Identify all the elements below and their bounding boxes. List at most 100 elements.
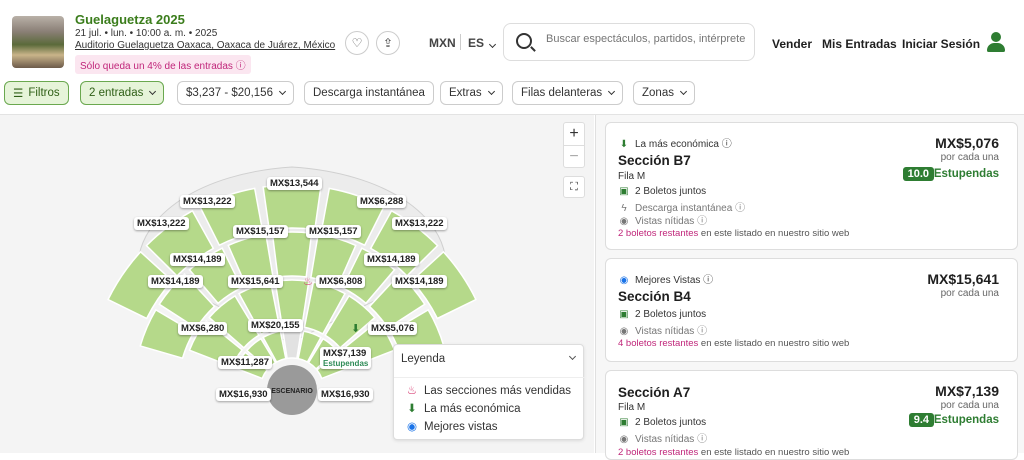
legend-label: Mejores vistas (424, 421, 498, 433)
price-per-unit: por cada una (940, 152, 999, 163)
section-price-label[interactable]: MX$11,287 (218, 356, 273, 369)
listing-row: Fila M (618, 402, 646, 413)
price-text: MX$16,930 (321, 389, 370, 400)
section-price-label[interactable]: MX$6,280 (178, 322, 228, 335)
price-text: MX$7,139 (323, 348, 367, 359)
feature-label: 2 Boletos juntos (635, 186, 707, 197)
section-price-label[interactable]: MX$13,544 (267, 177, 322, 190)
section-price-label[interactable]: MX$7,139 Estupendas (320, 347, 372, 369)
section-price-label[interactable]: MX$16,930 (318, 388, 373, 401)
price-text: MX$13,222 (183, 196, 232, 207)
login-link[interactable]: Iniciar Sesión (902, 37, 980, 51)
sliders-icon: ☰ (13, 88, 24, 100)
filter-bar: ☰ Filtros 2 entradas $3,237 - $20,156 Des… (0, 76, 1024, 114)
section-price-label[interactable]: MX$6,808 (316, 275, 366, 288)
listing-card[interactable]: Sección A7 Fila M MX$7,139 por cada una … (605, 370, 1018, 460)
section-price-label[interactable]: MX$14,189 (148, 275, 203, 288)
section-price-label[interactable]: MX$13,222 (392, 217, 447, 230)
price-text: MX$13,544 (270, 178, 319, 189)
quantity-dropdown[interactable]: 2 entradas (80, 81, 165, 105)
seats-icon: ▣ (619, 417, 629, 428)
user-avatar-icon[interactable] (985, 31, 1007, 53)
feature-clear-view: ◉ Vistas nítidas ⓘ (618, 212, 707, 227)
zoom-controls: + − (563, 122, 585, 168)
chevron-down-icon (278, 87, 287, 96)
event-venue-link[interactable]: Auditorio Guelaguetza Oaxaca, Oaxaca de … (75, 40, 335, 51)
section-C5[interactable] (271, 231, 313, 278)
filters-button[interactable]: ☰ Filtros (4, 81, 69, 105)
legend-title[interactable]: Leyenda (401, 353, 445, 365)
best-views-tag: ◉ Mejores Vistas ⓘ (618, 271, 714, 286)
fit-screen-icon[interactable]: ⛶ (563, 176, 585, 198)
language-selector[interactable]: ES (468, 36, 497, 50)
listing-price: MX$7,139 (935, 383, 999, 399)
price-range-dropdown[interactable]: $3,237 - $20,156 (177, 81, 294, 105)
section-price-label[interactable]: MX$20,155 (248, 319, 303, 332)
zones-dropdown[interactable]: Zonas (633, 81, 695, 105)
remaining-count: 2 boletos restantes (618, 228, 699, 239)
favorite-heart-icon[interactable]: ♡ (345, 31, 369, 55)
section-price-label[interactable]: MX$14,189 (170, 253, 225, 266)
feature-label: Vistas nítidas ⓘ (635, 434, 708, 445)
feature-clear-view: ◉ Vistas nítidas ⓘ (618, 322, 707, 337)
event-thumbnail[interactable] (12, 16, 64, 68)
divider (460, 34, 461, 50)
section-price-label[interactable]: MX$15,641 (228, 275, 283, 288)
extras-dropdown[interactable]: Extras (440, 81, 503, 105)
price-text: MX$14,189 (173, 254, 222, 265)
my-tickets-link[interactable]: Mis Entradas (822, 37, 897, 51)
price-text: MX$14,189 (151, 276, 200, 287)
rating-label: Estupendas (933, 414, 999, 426)
currency-selector[interactable]: MXN (429, 36, 456, 50)
rating-label: Estupendas (933, 168, 999, 180)
sell-link[interactable]: Vender (772, 37, 812, 51)
remaining-text: en este listado en nuestro sitio web (700, 338, 850, 349)
legend-panel: Leyenda ♨ Las secciones más vendidas ⬇ La … (393, 344, 585, 440)
chevron-down-icon (608, 87, 616, 96)
eye-icon: ◉ (619, 326, 629, 337)
price-text: MX$16,930 (219, 389, 268, 400)
legend-item-best-views: ◉ Mejores vistas (406, 419, 498, 433)
section-price-label[interactable]: MX$6,288 (357, 195, 407, 208)
event-title[interactable]: Guelaguetza 2025 (75, 12, 185, 27)
zoom-out-button[interactable]: − (564, 145, 584, 167)
section-price-label[interactable]: MX$14,189 (364, 253, 419, 266)
price-text: MX$6,808 (319, 276, 363, 287)
price-text: MX$14,189 (395, 276, 444, 287)
section-price-label[interactable]: MX$13,222 (180, 195, 235, 208)
section-price-label[interactable]: MX$16,930 (216, 388, 271, 401)
section-price-label[interactable]: MX$14,189 (392, 275, 447, 288)
search-input[interactable] (546, 33, 751, 45)
price-text: MX$6,288 (360, 196, 404, 207)
listing-price: MX$5,076 (935, 135, 999, 151)
eye-icon: ◉ (619, 275, 629, 286)
price-text: MX$5,076 (371, 323, 415, 334)
share-icon[interactable]: ⇪ (376, 31, 400, 55)
section-price-label[interactable]: MX$15,157 (306, 225, 361, 238)
stage-label: ESCENARIO (271, 388, 313, 395)
listing-card[interactable]: ⬇ La más económica ⓘ Sección B7 Fila M MX… (605, 122, 1018, 250)
legend-item-best-selling: ♨ Las secciones más vendidas (406, 383, 571, 397)
section-D4[interactable] (262, 184, 322, 231)
price-text: MX$13,222 (395, 218, 444, 229)
section-price-label[interactable]: MX$15,157 (233, 225, 288, 238)
listing-card[interactable]: ◉ Mejores Vistas ⓘ Sección B4 MX$15,641 p… (605, 258, 1018, 362)
price-text: MX$15,157 (309, 226, 358, 237)
front-rows-dropdown[interactable]: Filas delanteras (512, 81, 624, 105)
seats-icon: ▣ (619, 186, 629, 197)
section-price-label[interactable]: MX$5,076 (368, 322, 418, 335)
section-price-label[interactable]: MX$13,222 (134, 217, 189, 230)
search-icon (516, 33, 532, 49)
chevron-down-icon[interactable] (568, 352, 577, 361)
zoom-in-button[interactable]: + (564, 123, 584, 145)
search-box[interactable] (503, 23, 755, 61)
instant-download-toggle[interactable]: Descarga instantánea (304, 81, 434, 105)
event-date: 21 jul. • lun. • 10:00 a. m. • 2025 (75, 28, 218, 39)
availability-badge: Sólo queda un 4% de las entradas ⓘ (75, 55, 251, 74)
listing-section: Sección A7 (618, 385, 691, 400)
remaining-count: 4 boletos restantes (618, 338, 699, 349)
front-rows-label: Filas delanteras (521, 87, 603, 99)
arrow-down-tag-icon: ⬇ (619, 139, 629, 150)
eye-icon: ◉ (619, 216, 629, 227)
filters-label: Filtros (28, 87, 60, 99)
